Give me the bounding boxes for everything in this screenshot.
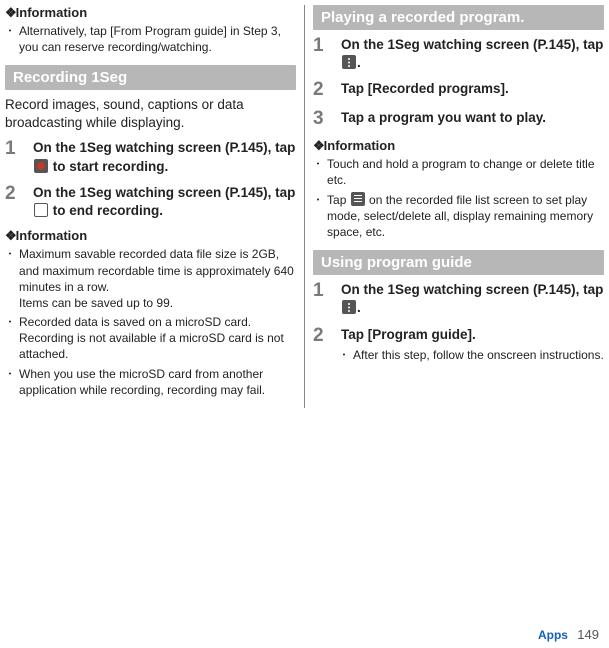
list-menu-icon (351, 192, 365, 206)
step: 1 On the 1Seg watching screen (P.145), t… (5, 139, 296, 175)
list-item: ･ Recorded data is saved on a microSD ca… (5, 314, 296, 363)
step-body: Tap [Program guide]. ･ After this step, … (341, 326, 604, 363)
record-icon (34, 159, 48, 173)
bullet-icon: ･ (7, 366, 13, 398)
step: 3 Tap a program you want to play. (313, 109, 604, 130)
section-heading-guide: Using program guide (313, 250, 604, 275)
info-heading: ❖Information (313, 138, 604, 154)
step-sub: ･ After this step, follow the onscreen i… (341, 347, 604, 363)
step-number: 2 (313, 326, 331, 363)
step-number: 1 (313, 36, 331, 72)
more-icon (342, 300, 356, 314)
page-footer: Apps 149 (538, 627, 599, 642)
list-item: ･ When you use the microSD card from ano… (5, 366, 296, 398)
page-number: 149 (577, 627, 599, 642)
list-item: ･ Alternatively, tap [From Program guide… (5, 23, 296, 55)
step-body: On the 1Seg watching screen (P.145), tap… (33, 139, 296, 175)
bullet-icon: ･ (7, 314, 13, 363)
step-number: 1 (313, 281, 331, 317)
section-heading-playing: Playing a recorded program. (313, 5, 604, 30)
bullet-icon: ･ (315, 156, 321, 188)
section-heading-recording: Recording 1Seg (5, 65, 296, 90)
stop-icon (34, 203, 48, 217)
column-divider (304, 5, 305, 408)
section-intro: Record images, sound, captions or data b… (5, 96, 296, 131)
bullet-icon: ･ (7, 23, 13, 55)
list-item: ･ Tap on the recorded file list screen t… (313, 192, 604, 241)
step-number: 1 (5, 139, 23, 175)
step-body: Tap a program you want to play. (341, 109, 604, 130)
step-body: Tap [Recorded programs]. (341, 80, 604, 101)
bullet-icon: ･ (7, 246, 13, 311)
footer-section-label: Apps (538, 628, 568, 642)
step: 2 Tap [Program guide]. ･ After this step… (313, 326, 604, 363)
step: 1 On the 1Seg watching screen (P.145), t… (313, 281, 604, 317)
step: 2 Tap [Recorded programs]. (313, 80, 604, 101)
info-list: ･ Alternatively, tap [From Program guide… (5, 23, 296, 55)
step: 1 On the 1Seg watching screen (P.145), t… (313, 36, 604, 72)
list-item: ･ Maximum savable recorded data file siz… (5, 246, 296, 311)
bullet-icon: ･ (341, 347, 347, 363)
bullet-icon: ･ (315, 192, 321, 241)
more-icon (342, 55, 356, 69)
info-list: ･ Maximum savable recorded data file siz… (5, 246, 296, 398)
list-item: ･ Touch and hold a program to change or … (313, 156, 604, 188)
info-heading: ❖Information (5, 5, 296, 21)
step-number: 2 (313, 80, 331, 101)
info-heading: ❖Information (5, 228, 296, 244)
step-body: On the 1Seg watching screen (P.145), tap… (33, 184, 296, 220)
step-number: 2 (5, 184, 23, 220)
info-list: ･ Touch and hold a program to change or … (313, 156, 604, 240)
step-body: On the 1Seg watching screen (P.145), tap… (341, 36, 604, 72)
step: 2 On the 1Seg watching screen (P.145), t… (5, 184, 296, 220)
step-body: On the 1Seg watching screen (P.145), tap… (341, 281, 604, 317)
step-number: 3 (313, 109, 331, 130)
